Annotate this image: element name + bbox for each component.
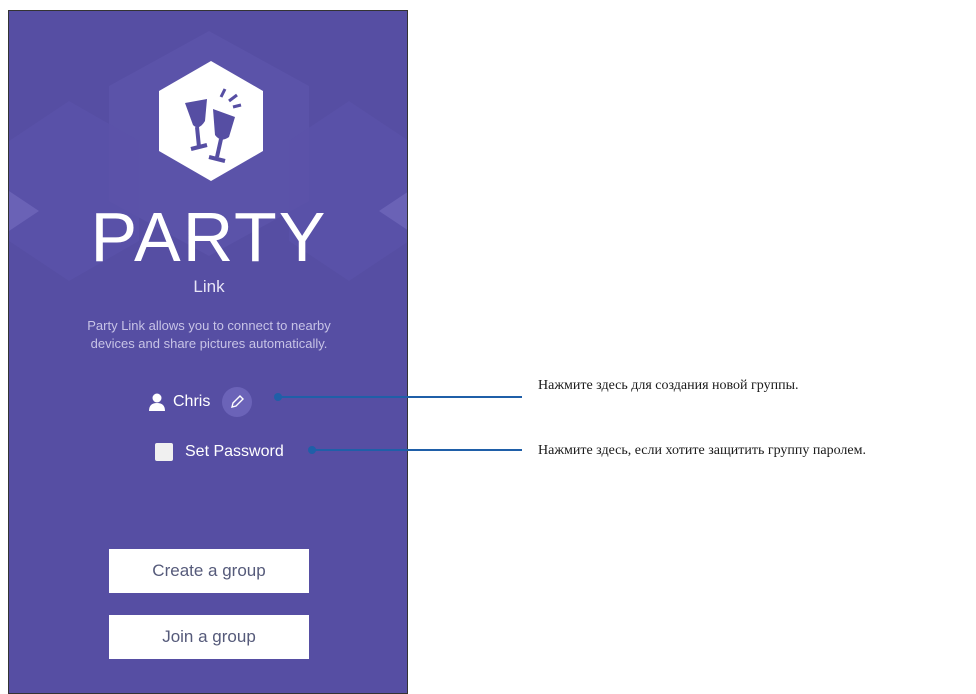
user-icon [149, 393, 165, 411]
app-title: PARTY [90, 198, 328, 276]
pencil-icon [231, 395, 245, 408]
callout-edit-name: Нажмите здесь для создания новой группы. [538, 378, 799, 393]
set-password-row[interactable]: Set Password [155, 439, 284, 465]
party-glasses-icon [159, 61, 263, 181]
app-subtitle: Link [193, 277, 225, 296]
password-checkbox[interactable] [155, 443, 173, 461]
set-password-label: Set Password [185, 443, 284, 460]
user-name: Chris [173, 393, 211, 410]
user-name-row: Chris [149, 387, 253, 417]
app-description: Party Link allows you to connect to near… [9, 317, 407, 353]
edit-name-button[interactable] [222, 387, 253, 417]
description-line-1: Party Link allows you to connect to near… [87, 318, 331, 333]
join-group-button[interactable]: Join a group [109, 615, 309, 659]
party-link-screen: PARTY Link Party Link allows you to conn… [8, 10, 408, 694]
create-group-button[interactable]: Create a group [109, 549, 309, 593]
description-line-2: devices and share pictures automatically… [90, 336, 328, 351]
callout-set-password: Нажмите здесь, если хотите защитить груп… [538, 443, 866, 458]
